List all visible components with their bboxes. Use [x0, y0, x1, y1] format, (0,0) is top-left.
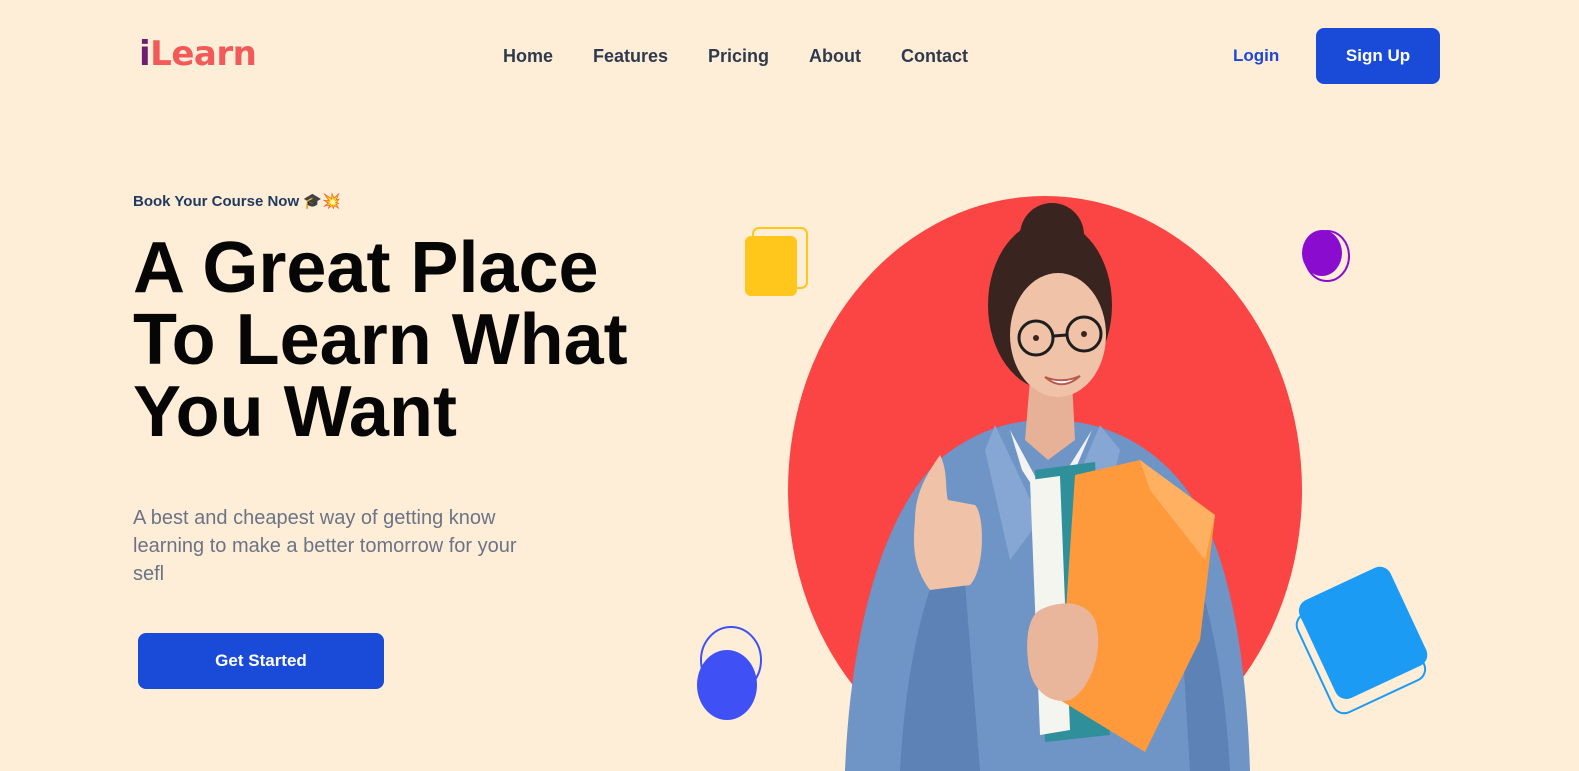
hero-illustration — [697, 196, 1428, 771]
purple-circle-icon — [1302, 230, 1350, 282]
blue-circle-icon — [697, 626, 762, 720]
yellow-square-icon — [745, 227, 808, 296]
blue-square-icon — [1295, 566, 1428, 715]
